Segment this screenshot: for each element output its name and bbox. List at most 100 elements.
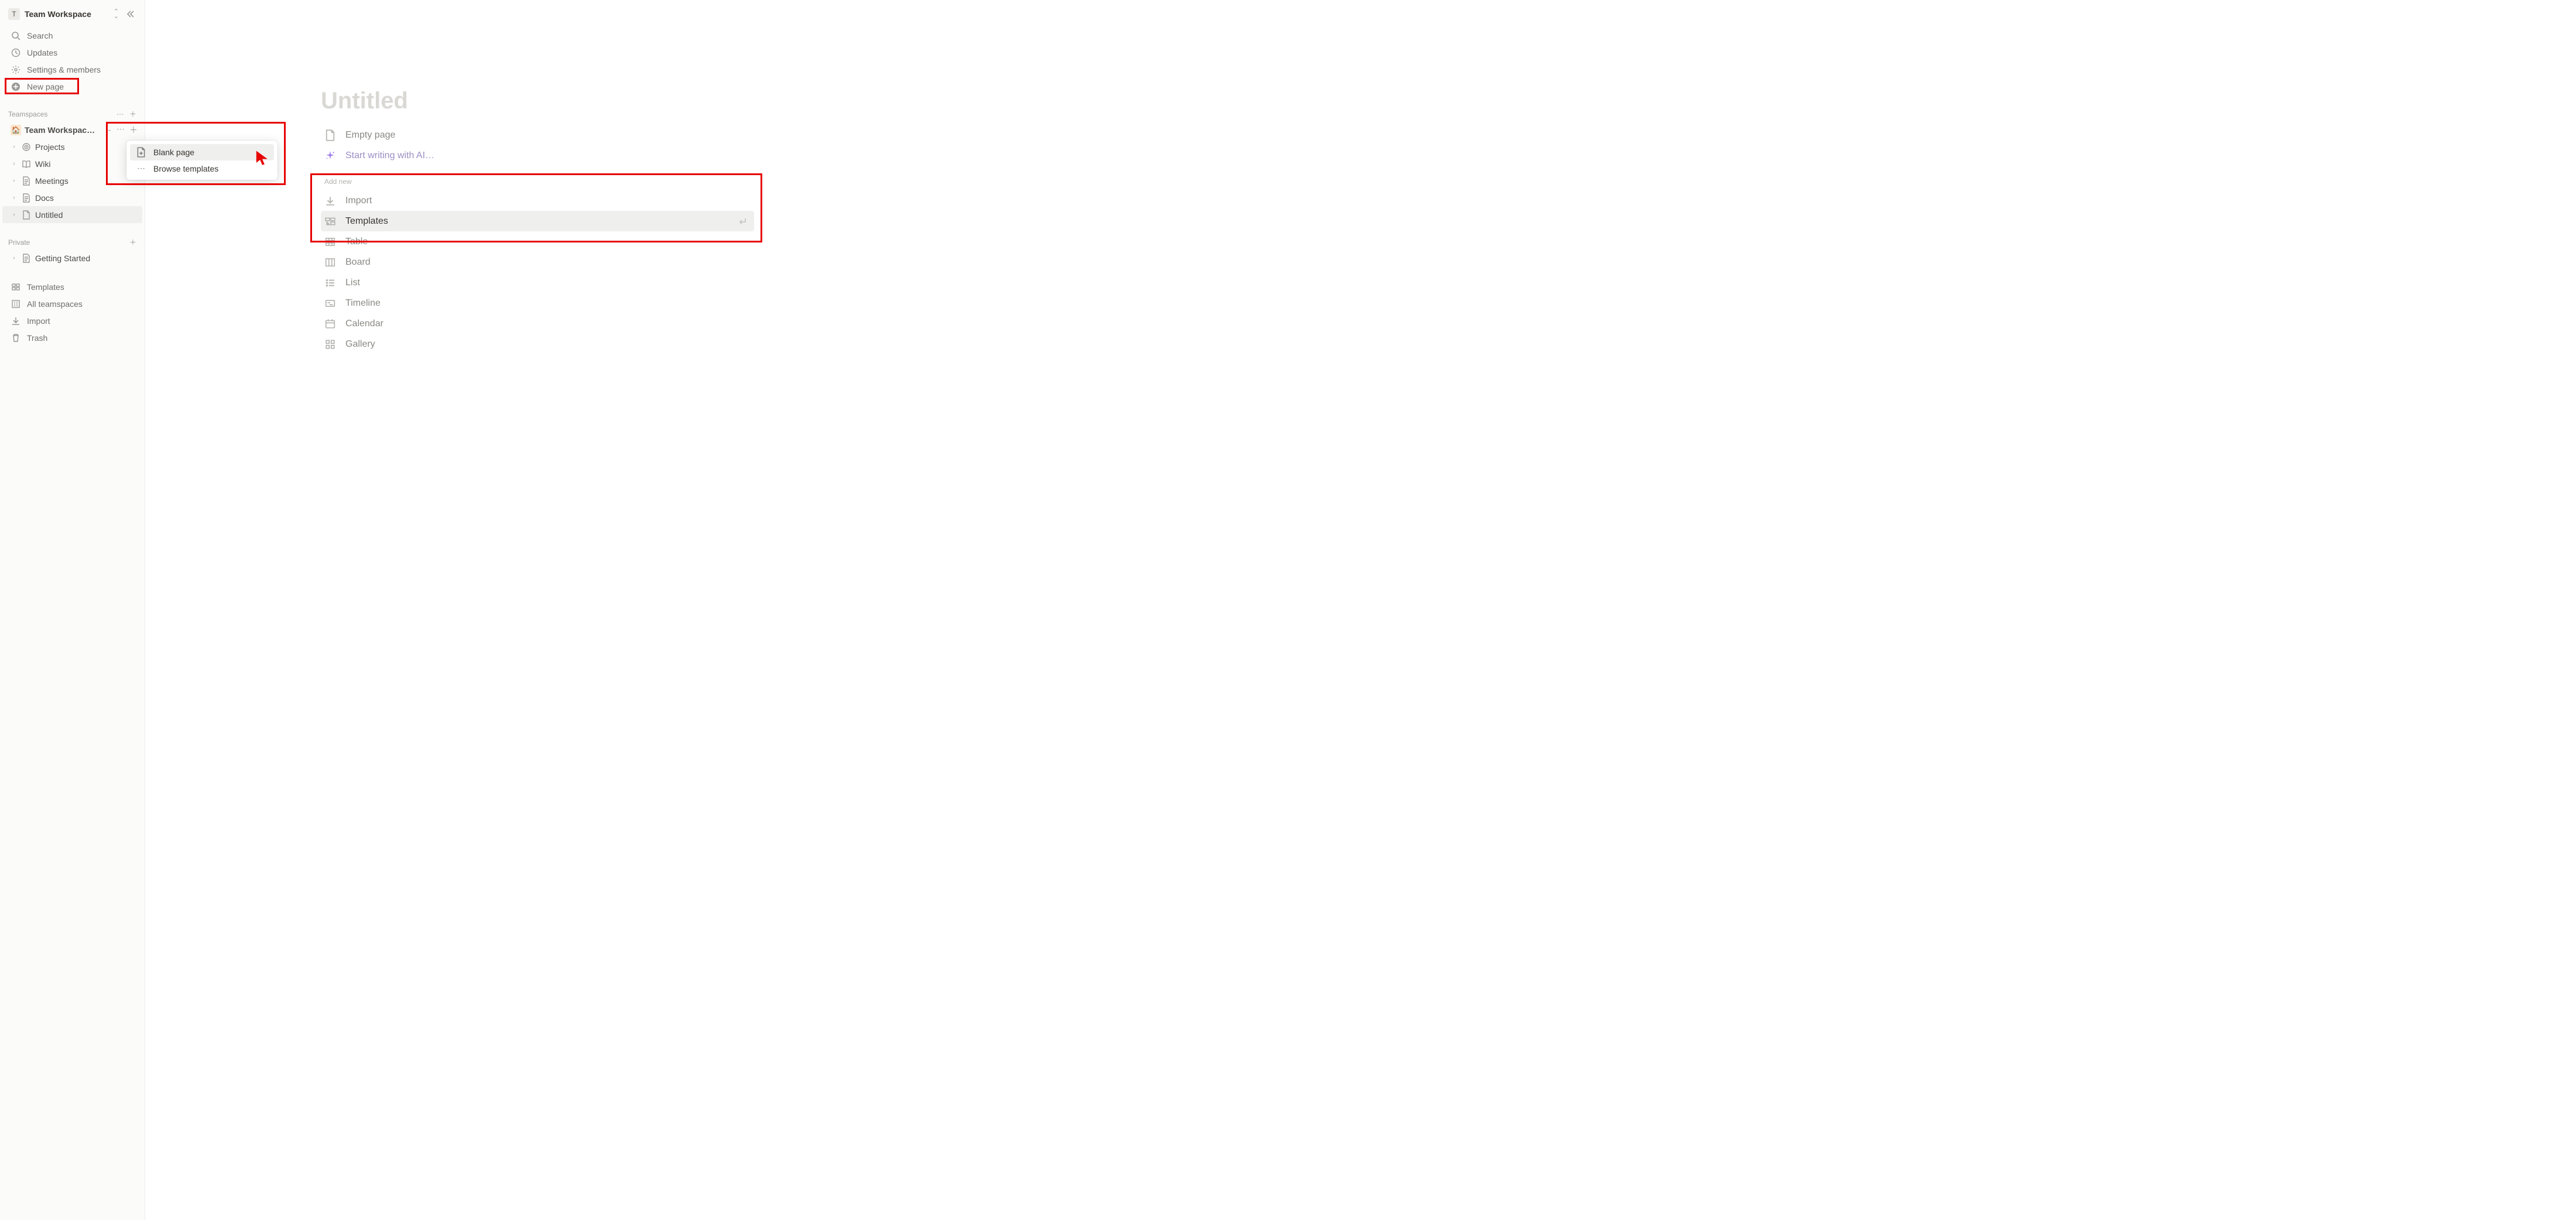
sidebar-templates-label: Templates	[27, 282, 64, 292]
ctx-blank-page-label: Blank page	[153, 148, 194, 157]
page-docs-label: Docs	[35, 193, 138, 203]
download-icon	[11, 316, 21, 326]
page-docs[interactable]: › Docs	[2, 189, 142, 206]
calendar-icon	[324, 319, 336, 329]
table-icon	[324, 237, 336, 247]
private-header-label: Private	[8, 238, 30, 247]
option-calendar[interactable]: Calendar	[321, 313, 754, 334]
list-icon	[324, 278, 336, 288]
ctx-browse-templates[interactable]: ⋯ Browse templates	[130, 160, 274, 176]
workspace-name: Team Workspace	[25, 9, 109, 19]
caret-right-icon[interactable]: ›	[11, 255, 18, 261]
workspace-switcher[interactable]: T Team Workspace ⌃⌄	[0, 5, 145, 27]
building-icon	[11, 299, 21, 309]
page-title[interactable]: Untitled	[321, 88, 754, 114]
workspace-letter-icon: T	[8, 8, 20, 20]
updown-chevron-icon: ⌃⌄	[114, 9, 119, 19]
option-start-ai[interactable]: Start writing with AI…	[321, 145, 754, 166]
option-timeline[interactable]: Timeline	[321, 293, 754, 313]
clock-icon	[11, 48, 21, 57]
caret-right-icon[interactable]: ›	[11, 160, 18, 167]
option-timeline-label: Timeline	[345, 298, 381, 309]
sidebar-new-page[interactable]: New page	[2, 78, 142, 95]
teamspaces-section-header[interactable]: Teamspaces ⋯ ＋	[0, 105, 145, 121]
page-plus-icon	[136, 147, 146, 158]
option-list-label: List	[345, 278, 360, 288]
sidebar-all-teamspaces[interactable]: All teamspaces	[2, 295, 142, 312]
caret-right-icon[interactable]: ›	[11, 177, 18, 184]
caret-right-icon[interactable]: ›	[11, 194, 18, 201]
more-icon: ⋯	[136, 163, 146, 173]
templates-icon	[324, 216, 336, 227]
sidebar-new-page-label: New page	[27, 82, 64, 91]
option-empty-page-label: Empty page	[345, 130, 395, 141]
sidebar-settings-label: Settings & members	[27, 65, 101, 74]
option-list[interactable]: List	[321, 272, 754, 293]
context-menu: Blank page ⋯ Browse templates	[126, 141, 278, 180]
option-gallery-label: Gallery	[345, 339, 375, 350]
chevron-down-icon[interactable]: ⌄	[106, 127, 113, 133]
templates-icon	[11, 282, 21, 292]
sparkle-icon	[324, 151, 336, 161]
download-icon	[324, 196, 336, 206]
page-projects-label: Projects	[35, 142, 138, 152]
page-untitled[interactable]: › Untitled	[2, 206, 142, 223]
teamspaces-header-label: Teamspaces	[8, 110, 47, 118]
page-projects[interactable]: › Projects	[2, 138, 142, 155]
page-untitled-label: Untitled	[35, 210, 138, 220]
caret-right-icon[interactable]: ›	[11, 211, 18, 218]
sidebar-import[interactable]: Import	[2, 312, 142, 329]
timeline-icon	[324, 298, 336, 309]
sidebar-all-teamspaces-label: All teamspaces	[27, 299, 83, 309]
plus-icon[interactable]: ＋	[129, 124, 138, 136]
trash-icon	[11, 333, 21, 343]
plus-icon[interactable]: ＋	[129, 109, 136, 119]
target-icon	[21, 142, 32, 152]
page-meetings[interactable]: › Meetings	[2, 172, 142, 189]
search-icon	[11, 31, 21, 40]
option-start-ai-label: Start writing with AI…	[345, 151, 434, 161]
option-board-label: Board	[345, 257, 371, 268]
option-board[interactable]: Board	[321, 252, 754, 272]
document-icon	[21, 193, 32, 203]
sidebar-settings[interactable]: Settings & members	[2, 61, 142, 78]
page-icon	[21, 210, 32, 220]
option-templates[interactable]: Templates	[321, 211, 754, 231]
option-table[interactable]: Table	[321, 231, 754, 252]
teamspace-team-workspace[interactable]: 🏠 Team Workspac… ⌄ ⋯ ＋	[2, 121, 142, 138]
plus-icon[interactable]: ＋	[129, 237, 136, 247]
page-wiki-label: Wiki	[35, 159, 138, 169]
gallery-icon	[324, 339, 336, 350]
sidebar-import-label: Import	[27, 316, 50, 326]
private-section-header[interactable]: Private ＋	[0, 234, 145, 250]
sidebar-updates[interactable]: Updates	[2, 44, 142, 61]
enter-icon	[738, 217, 751, 225]
book-icon	[21, 159, 32, 169]
ctx-blank-page[interactable]: Blank page	[130, 144, 274, 160]
option-import-label: Import	[345, 196, 372, 206]
page-getting-started[interactable]: › Getting Started	[2, 250, 142, 266]
page-wiki[interactable]: › Wiki	[2, 155, 142, 172]
main-area: Untitled Empty page Start writing with A…	[145, 0, 2576, 1220]
option-table-label: Table	[345, 237, 368, 247]
page-meetings-label: Meetings	[35, 176, 138, 186]
teamspace-label: Team Workspac…	[25, 125, 102, 135]
sidebar-search[interactable]: Search	[2, 27, 142, 44]
sidebar-trash[interactable]: Trash	[2, 329, 142, 346]
gear-icon	[11, 65, 21, 74]
sidebar-templates[interactable]: Templates	[2, 278, 142, 295]
sidebar-trash-label: Trash	[27, 333, 47, 343]
option-import[interactable]: Import	[321, 190, 754, 211]
option-calendar-label: Calendar	[345, 319, 383, 329]
sidebar-search-label: Search	[27, 31, 53, 40]
document-icon	[21, 176, 32, 186]
collapse-sidebar-icon[interactable]	[124, 7, 138, 21]
more-icon[interactable]: ⋯	[117, 110, 124, 118]
option-gallery[interactable]: Gallery	[321, 334, 754, 354]
caret-right-icon[interactable]: ›	[11, 143, 18, 150]
more-icon[interactable]: ⋯	[117, 124, 125, 136]
plus-circle-icon	[11, 82, 21, 91]
option-empty-page[interactable]: Empty page	[321, 125, 754, 145]
option-templates-label: Templates	[345, 216, 388, 227]
add-new-header: Add new	[324, 177, 754, 186]
